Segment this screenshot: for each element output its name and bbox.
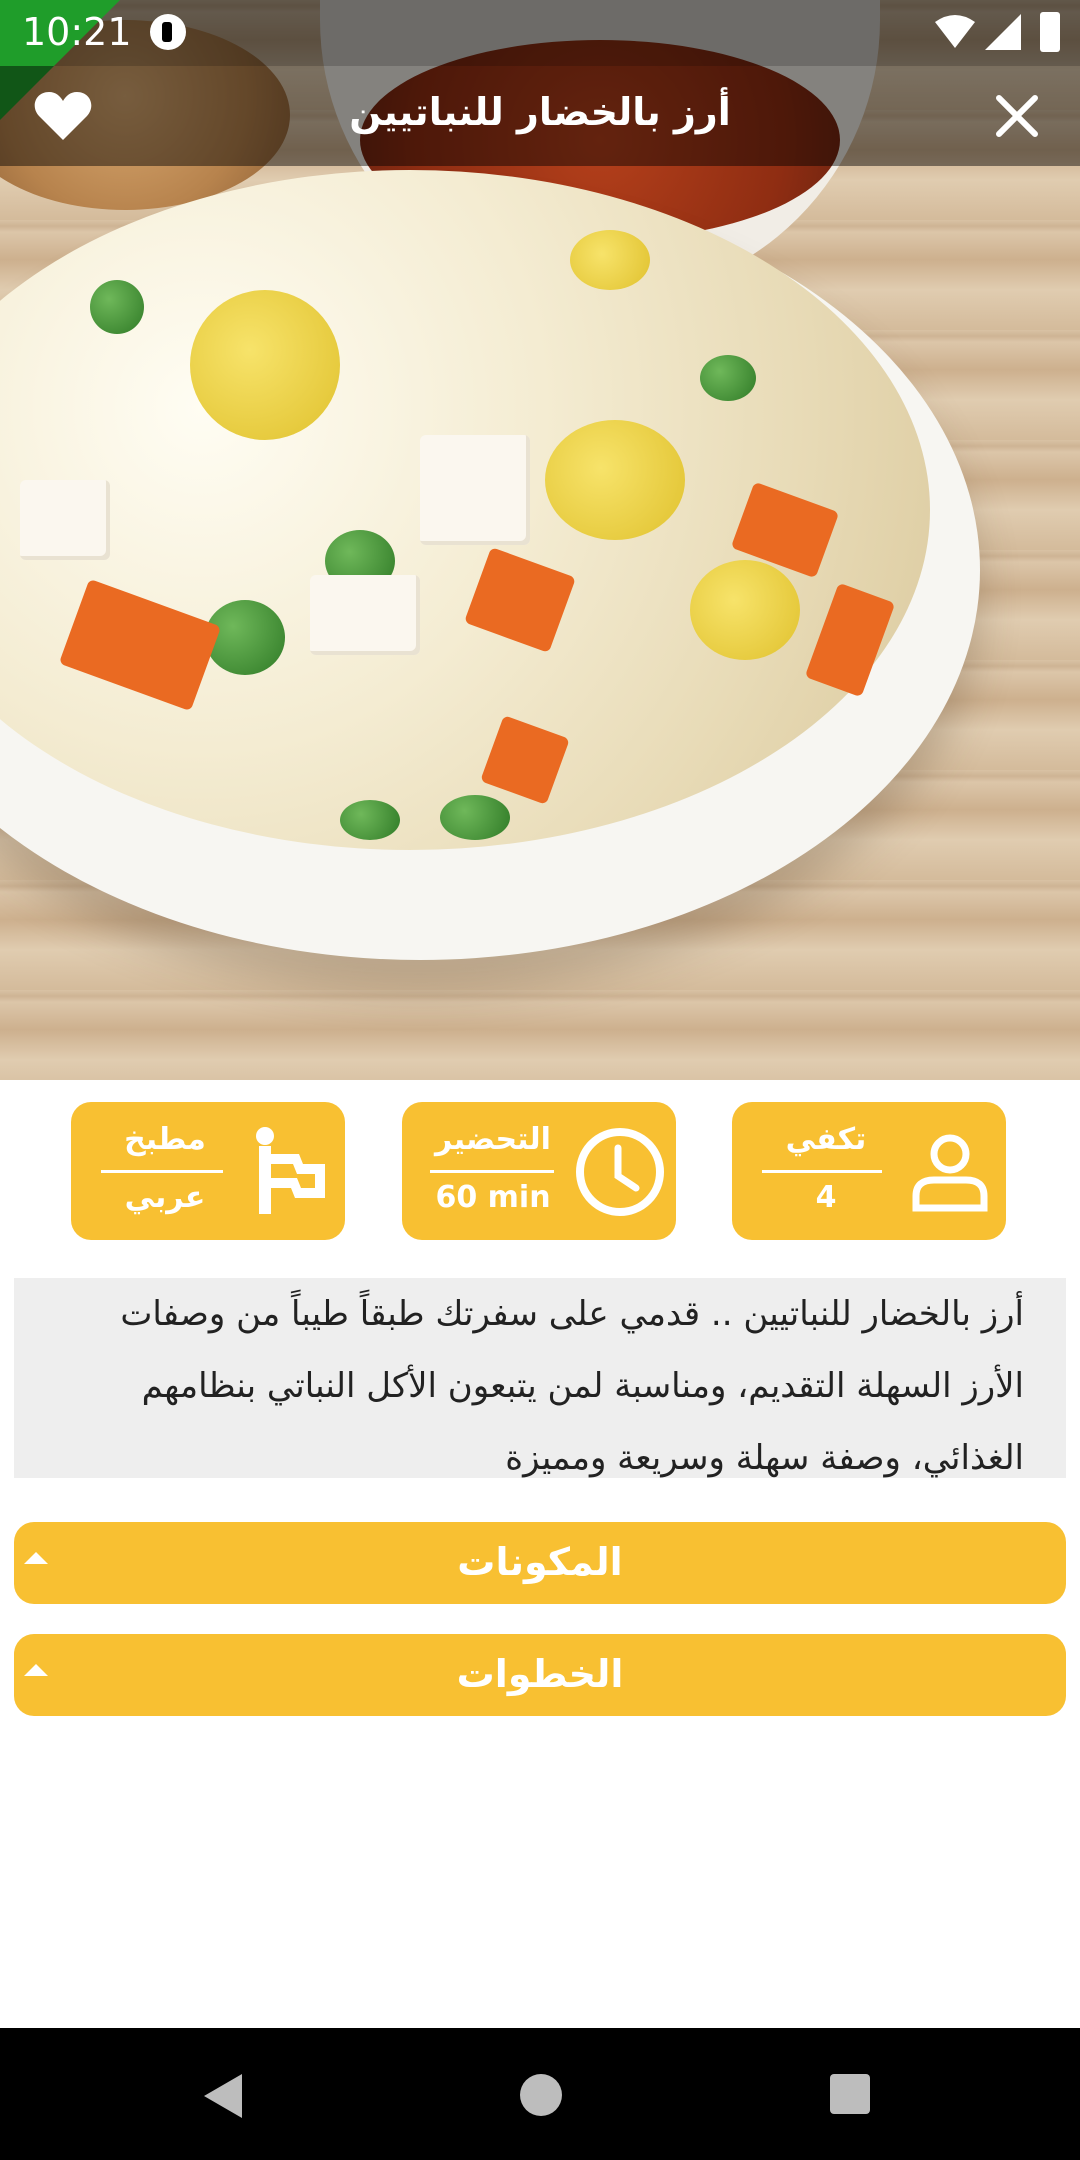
cuisine-label: مطبخ [124,1122,206,1157]
clock-icon [576,1128,664,1216]
servings-value: 4 [815,1180,837,1215]
description-line: الغذائي، وصفة سهلة وسريعة ومميزة [505,1438,1024,1478]
back-icon[interactable] [204,2074,242,2118]
person-icon [912,1134,988,1212]
paneer-piece [310,575,420,655]
recipe-description: أرز بالخضار للنباتيين .. قدمي على سفرتك … [14,1278,1066,1478]
title-bar: أرز بالخضار للنباتيين [0,66,1080,166]
description-line: الأرز السهلة التقديم، ومناسبة لمن يتبعون… [141,1366,1024,1406]
battery-icon [1040,12,1060,52]
flag-icon [256,1127,325,1214]
recents-icon[interactable] [830,2074,870,2114]
paneer-piece [20,480,110,560]
pea [340,800,400,840]
card-divider [101,1170,223,1173]
status-time: 10:21 [22,10,132,54]
cauliflower-piece [545,420,685,540]
home-icon[interactable] [520,2074,562,2116]
servings-label: تكفي [785,1122,867,1157]
page-title: أرز بالخضار للنباتيين [349,90,731,134]
pea [90,280,144,334]
app-notification-icon [150,14,186,50]
description-line: أرز بالخضار للنباتيين .. قدمي على سفرتك … [120,1294,1024,1334]
pea [700,355,756,401]
prep-time-card: التحضير 60 min [402,1102,676,1240]
card-divider [430,1170,554,1173]
wifi-icon [935,15,975,48]
cuisine-value: عربي [124,1180,206,1215]
prep-time-label: التحضير [435,1122,551,1157]
steps-section-toggle[interactable]: الخطوات [14,1634,1066,1716]
ingredients-label: المكونات [457,1540,623,1584]
cuisine-card: مطبخ عربي [71,1102,345,1240]
paneer-piece [420,435,530,545]
steps-label: الخطوات [456,1652,624,1696]
status-bar: 10:21 [0,0,1080,120]
cauliflower-piece [190,290,340,440]
prep-time-value: 60 min [435,1180,551,1215]
ingredients-section-toggle[interactable]: المكونات [14,1522,1066,1604]
servings-card: تكفي 4 [732,1102,1006,1240]
cauliflower-piece [690,560,800,660]
close-icon[interactable] [995,94,1039,138]
cauliflower-piece [570,230,650,290]
pea [440,795,510,840]
signal-icon [985,14,1021,50]
system-navigation-bar [0,2028,1080,2160]
card-divider [762,1170,882,1173]
